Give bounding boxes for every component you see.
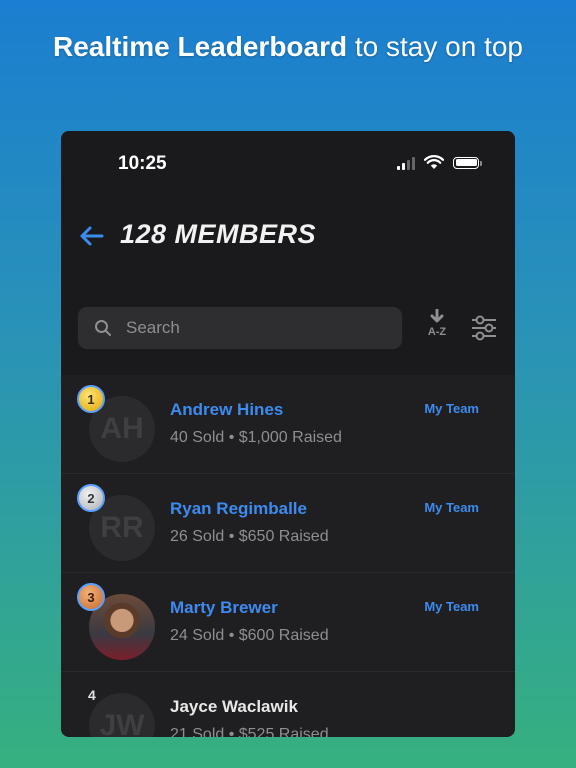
download-arrow-icon [430, 309, 444, 323]
search-input[interactable] [124, 317, 388, 339]
page-title: 128 MEMBERS [120, 219, 317, 249]
team-badge: My Team [424, 599, 479, 614]
member-name: Jayce Waclawik [170, 697, 298, 716]
avatar: JW [89, 693, 155, 737]
battery-icon [453, 156, 482, 169]
sort-az-button[interactable]: A-Z [419, 309, 455, 347]
headline-bold: Realtime Leaderboard [53, 31, 348, 62]
member-stats: 40 Sold • $1,000 Raised [170, 429, 342, 446]
team-badge: My Team [424, 500, 479, 515]
rank-number: 4 [88, 687, 96, 703]
promo-headline: Realtime Leaderboard to stay on top [0, 30, 576, 64]
silver-medal-icon: 2 [77, 484, 105, 512]
cellular-signal-icon [397, 156, 415, 170]
list-item[interactable]: RR 2 Ryan Regimballe 26 Sold • $650 Rais… [61, 474, 515, 573]
list-item[interactable]: JW 4 Jayce Waclawik 21 Sold • $525 Raise… [61, 672, 515, 737]
status-icons [397, 155, 482, 170]
list-item[interactable]: 3 Marty Brewer 24 Sold • $600 Raised My … [61, 573, 515, 672]
team-badge: My Team [424, 401, 479, 416]
member-name: Marty Brewer [170, 598, 278, 617]
member-name: Ryan Regimballe [170, 499, 307, 518]
status-time: 10:25 [118, 153, 167, 174]
list-item[interactable]: AH 1 Andrew Hines 40 Sold • $1,000 Raise… [61, 375, 515, 474]
search-bar[interactable] [78, 307, 402, 349]
member-stats: 26 Sold • $650 Raised [170, 528, 329, 545]
member-name: Andrew Hines [170, 400, 284, 419]
phone-screen: 10:25 128 MEMBERS A-Z [61, 131, 515, 737]
member-stats: 24 Sold • $600 Raised [170, 627, 329, 644]
headline-rest: to stay on top [347, 31, 523, 62]
back-arrow-icon[interactable] [77, 222, 105, 250]
search-icon [95, 320, 111, 336]
members-list: AH 1 Andrew Hines 40 Sold • $1,000 Raise… [61, 375, 515, 737]
sort-label: A-Z [427, 326, 447, 338]
member-stats: 21 Sold • $525 Raised [170, 726, 329, 737]
wifi-icon [424, 155, 444, 169]
bronze-medal-icon: 3 [77, 583, 105, 611]
filter-sliders-icon[interactable] [469, 314, 499, 342]
gold-medal-icon: 1 [77, 385, 105, 413]
